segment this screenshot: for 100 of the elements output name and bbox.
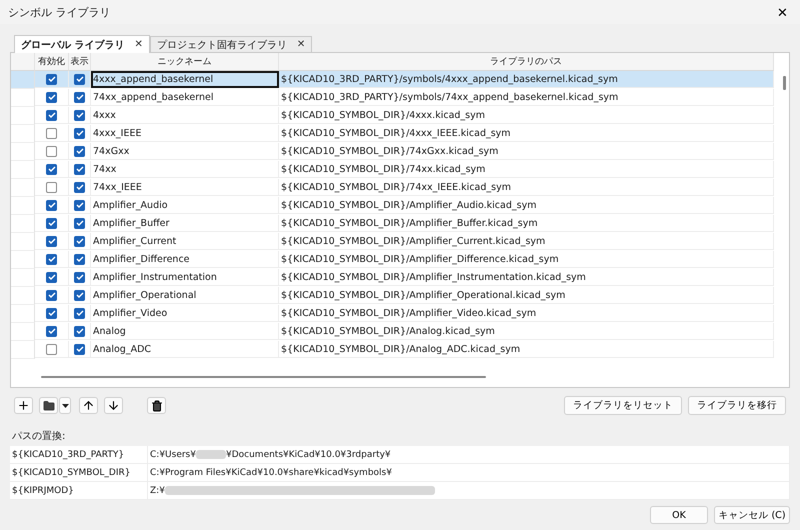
nickname-cell[interactable]: 74xx_append_basekernel <box>91 89 279 106</box>
move-up-button[interactable] <box>79 397 98 414</box>
vertical-scrollbar[interactable] <box>783 76 786 90</box>
nickname-cell[interactable]: Analog_ADC <box>91 341 279 358</box>
enable-checkbox[interactable] <box>46 200 57 210</box>
arrow-up-icon <box>82 399 95 412</box>
column-header[interactable]: 表示 <box>69 53 91 71</box>
enable-checkbox[interactable] <box>46 146 57 156</box>
tab-close-button[interactable]: ✕ <box>134 39 143 50</box>
nickname-cell[interactable]: 74xx <box>91 161 279 178</box>
nickname-cell[interactable]: Amplifier_Video <box>91 305 279 322</box>
path-cell[interactable]: ${KICAD10_SYMBOL_DIR}/Amplifier_Operational.kicad_sym <box>279 287 774 304</box>
plus-icon <box>17 399 30 412</box>
visible-checkbox[interactable] <box>74 236 85 246</box>
enable-checkbox[interactable] <box>46 218 57 228</box>
path-cell[interactable]: ${KICAD10_SYMBOL_DIR}/Amplifier_Difference.kicad_sym <box>279 251 774 268</box>
nickname-cell[interactable]: 74xx_IEEE <box>91 179 279 196</box>
variable-name: ${KICAD10_SYMBOL_DIR} <box>12 468 130 478</box>
ok-button[interactable]: OK <box>650 506 708 524</box>
path-cell[interactable]: ${KICAD10_SYMBOL_DIR}/74xGxx.kicad_sym <box>279 143 774 160</box>
visible-checkbox[interactable] <box>74 74 85 84</box>
enable-checkbox[interactable] <box>46 290 57 300</box>
path-cell[interactable]: ${KICAD10_SYMBOL_DIR}/74xx.kicad_sym <box>279 161 774 178</box>
folder-button[interactable] <box>39 397 58 414</box>
nickname-cell[interactable]: Amplifier_Difference <box>91 251 279 268</box>
nickname-cell[interactable]: 4xxx_append_basekernel <box>91 71 279 88</box>
enable-checkbox[interactable] <box>46 308 57 318</box>
path-cell[interactable]: ${KICAD10_SYMBOL_DIR}/Amplifier_Current.kicad_sym <box>279 233 774 250</box>
visible-checkbox[interactable] <box>74 344 85 354</box>
enable-checkbox[interactable] <box>46 74 57 84</box>
nickname-cell[interactable]: Amplifier_Audio <box>91 197 279 214</box>
path-cell[interactable]: ${KICAD10_SYMBOL_DIR}/Amplifier_Audio.kicad_sym <box>279 197 774 214</box>
dropdown-button[interactable] <box>59 397 71 414</box>
path-cell[interactable]: ${KICAD10_SYMBOL_DIR}/4xxx.kicad_sym <box>279 107 774 124</box>
enable-checkbox[interactable] <box>46 236 57 246</box>
tab[interactable]: プロジェクト固有ライブラリ ✕ <box>150 36 312 52</box>
enable-checkbox[interactable] <box>46 164 57 174</box>
move-down-button[interactable] <box>104 397 123 414</box>
nickname-cell[interactable]: Amplifier_Current <box>91 233 279 250</box>
folder-icon <box>42 400 54 412</box>
column-header[interactable]: ニックネーム <box>91 53 279 71</box>
path-cell[interactable]: ${KICAD10_SYMBOL_DIR}/Amplifier_Buffer.kicad_sym <box>279 215 774 232</box>
delete-button[interactable] <box>147 397 166 414</box>
column-header[interactable]: 有効化 <box>35 53 69 71</box>
path-cell[interactable]: ${KICAD10_SYMBOL_DIR}/Amplifier_Video.kicad_sym <box>279 305 774 322</box>
path-cell[interactable]: ${KICAD10_SYMBOL_DIR}/Amplifier_Instrumentation.kicad_sym <box>279 269 774 286</box>
horizontal-scrollbar[interactable] <box>41 376 486 378</box>
enable-checkbox[interactable] <box>46 326 57 336</box>
enable-checkbox[interactable] <box>46 254 57 264</box>
library-action-button[interactable]: ライブラリをリセット <box>564 396 682 415</box>
tab[interactable]: グローバル ライブラリ ✕ <box>14 35 150 53</box>
path-cell[interactable]: ${KICAD10_3RD_PARTY}/symbols/4xxx_append_basekernel.kicad_sym <box>279 71 774 88</box>
visible-checkbox[interactable] <box>74 290 85 300</box>
visible-checkbox[interactable] <box>74 254 85 264</box>
path-cell[interactable]: ${KICAD10_3RD_PARTY}/symbols/74xx_append_basekernel.kicad_sym <box>279 89 774 106</box>
nickname-cell[interactable]: Analog <box>91 323 279 340</box>
visible-checkbox[interactable] <box>74 182 85 192</box>
enable-checkbox[interactable] <box>46 128 57 138</box>
blurred-text <box>196 450 226 459</box>
trash-icon <box>150 400 162 412</box>
section-label: パスの置換: <box>12 430 66 443</box>
close-button[interactable]: ✕ <box>773 4 792 20</box>
visible-checkbox[interactable] <box>74 200 85 210</box>
cancel-button[interactable]: キャンセル (C) <box>714 506 790 524</box>
arrow-down-icon <box>107 399 120 412</box>
path-text: C:¥Users¥ <box>150 450 196 460</box>
visible-checkbox[interactable] <box>74 110 85 120</box>
visible-checkbox[interactable] <box>74 146 85 156</box>
nickname-cell[interactable]: 4xxx_IEEE <box>91 125 279 142</box>
add-button[interactable] <box>14 397 33 414</box>
visible-checkbox[interactable] <box>74 272 85 282</box>
path-text: ¥Documents¥KiCad¥10.0¥3rdparty¥ <box>226 450 391 460</box>
path-text: C:¥Program Files¥KiCad¥10.0¥share¥kicad¥symbols¥ <box>150 468 392 478</box>
path-text: Z:¥ <box>150 486 165 496</box>
enable-checkbox[interactable] <box>46 272 57 282</box>
enable-checkbox[interactable] <box>46 344 57 354</box>
column-header[interactable]: ライブラリのパス <box>279 53 774 71</box>
tab-close-button[interactable]: ✕ <box>296 39 306 50</box>
enable-checkbox[interactable] <box>46 110 57 120</box>
nickname-cell[interactable]: Amplifier_Buffer <box>91 215 279 232</box>
path-cell[interactable]: ${KICAD10_SYMBOL_DIR}/4xxx_IEEE.kicad_sym <box>279 125 774 142</box>
enable-checkbox[interactable] <box>46 92 57 102</box>
library-action-button[interactable]: ライブラリを移行 <box>688 396 786 415</box>
visible-checkbox[interactable] <box>74 164 85 174</box>
nickname-cell[interactable]: Amplifier_Instrumentation <box>91 269 279 286</box>
variable-name: ${KIPRJMOD} <box>12 486 74 496</box>
nickname-cell[interactable]: Amplifier_Operational <box>91 287 279 304</box>
enable-checkbox[interactable] <box>46 182 57 192</box>
visible-checkbox[interactable] <box>74 308 85 318</box>
variable-name: ${KICAD10_3RD_PARTY} <box>12 450 124 460</box>
nickname-cell[interactable]: 74xGxx <box>91 143 279 160</box>
path-cell[interactable]: ${KICAD10_SYMBOL_DIR}/Analog_ADC.kicad_sym <box>279 341 774 358</box>
path-cell[interactable]: ${KICAD10_SYMBOL_DIR}/74xx_IEEE.kicad_sym <box>279 179 774 196</box>
visible-checkbox[interactable] <box>74 218 85 228</box>
visible-checkbox[interactable] <box>74 92 85 102</box>
visible-checkbox[interactable] <box>74 326 85 336</box>
path-cell[interactable]: ${KICAD10_SYMBOL_DIR}/Analog.kicad_sym <box>279 323 774 340</box>
nickname-cell[interactable]: 4xxx <box>91 107 279 124</box>
visible-checkbox[interactable] <box>74 128 85 138</box>
caret-icon <box>62 404 68 408</box>
